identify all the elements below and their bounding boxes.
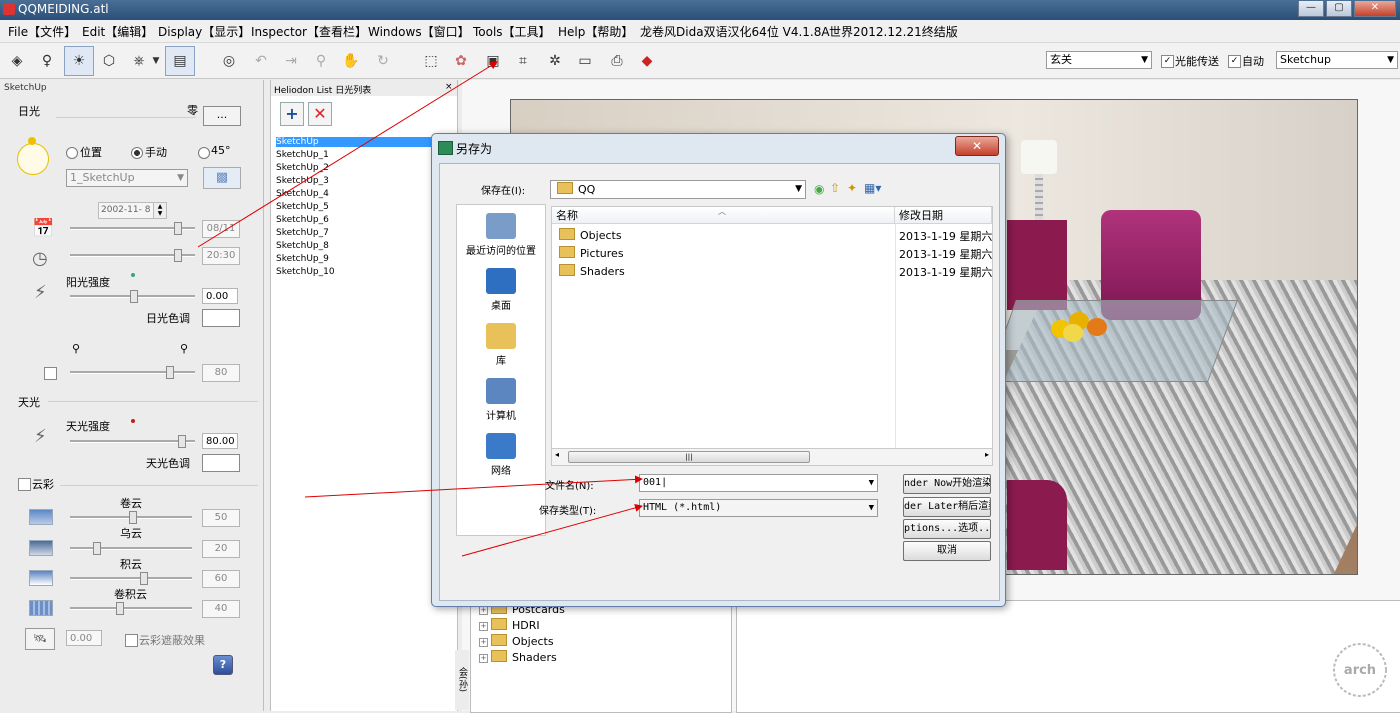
annotation-arrow bbox=[461, 504, 643, 557]
watermark-seal-icon: arch bbox=[1333, 643, 1387, 697]
annotation-arrows bbox=[197, 61, 643, 557]
annotation-arrow bbox=[197, 61, 498, 248]
annotation-arrow bbox=[304, 475, 643, 498]
svg-text:arch: arch bbox=[1344, 663, 1376, 678]
watermark-logo: arch bbox=[1326, 640, 1394, 700]
